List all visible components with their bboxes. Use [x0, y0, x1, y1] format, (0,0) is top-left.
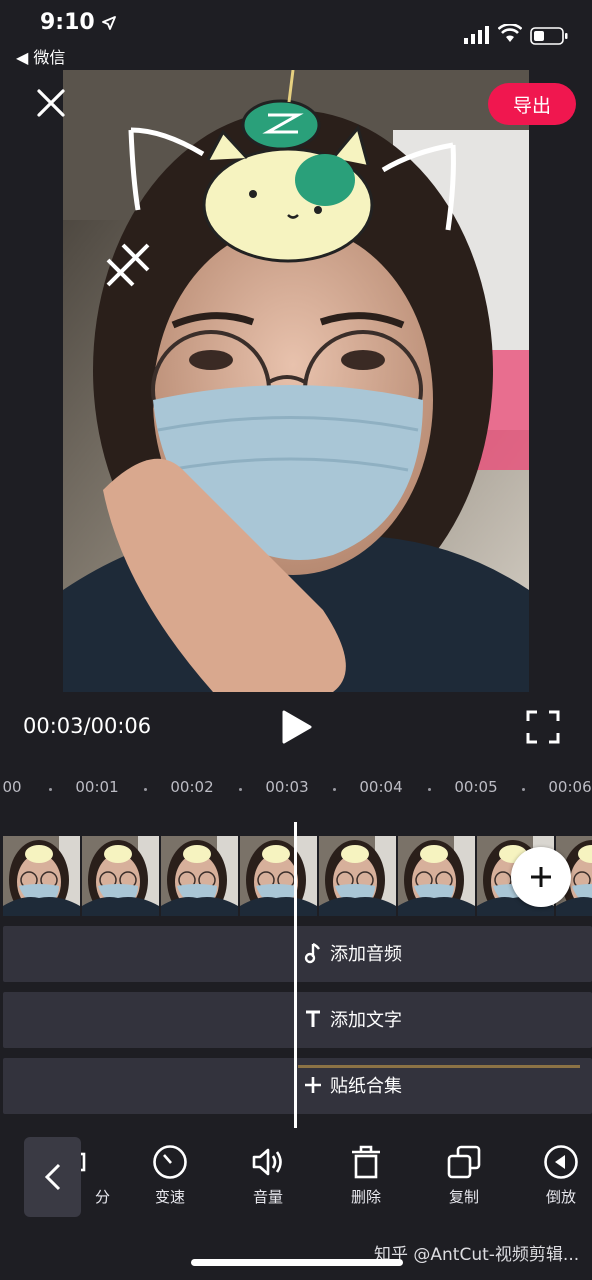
clip-thumbnail	[240, 836, 317, 916]
play-icon[interactable]	[278, 708, 314, 746]
tool-volume-label: 音量	[252, 1188, 283, 1206]
music-note-icon	[304, 942, 320, 964]
clip-thumbnail	[3, 836, 80, 916]
copy-icon	[447, 1145, 481, 1179]
tick-label: 00	[2, 778, 22, 796]
tool-delete[interactable]: 删除	[326, 1144, 406, 1207]
tool-reverse[interactable]: 倒放	[521, 1144, 592, 1207]
video-preview[interactable]	[63, 70, 529, 692]
close-icon[interactable]	[36, 88, 66, 118]
watermark: 知乎 @AntCut-视频剪辑...	[374, 1245, 580, 1265]
tick-label: 00:06	[548, 778, 592, 796]
add-audio-button[interactable]: 添加音频	[304, 940, 402, 966]
sticker-collection-label: 贴纸合集	[330, 1076, 402, 1097]
sticker-duration-bar[interactable]	[298, 1065, 580, 1068]
tick-label: 00:03	[265, 778, 309, 796]
battery-icon	[530, 27, 568, 45]
speed-icon	[153, 1145, 187, 1179]
clip-thumbnail	[319, 836, 396, 916]
clip-thumbnail	[82, 836, 159, 916]
status-time-text: 9:10	[40, 10, 95, 35]
wifi-icon	[498, 24, 522, 42]
add-clip-button[interactable]	[511, 847, 571, 907]
text-track[interactable]	[3, 992, 592, 1048]
tick-dot	[144, 788, 147, 791]
tick-dot	[522, 788, 525, 791]
clip-thumbnail	[161, 836, 238, 916]
tool-copy-label: 复制	[448, 1188, 479, 1206]
tick-label: 00:01	[75, 778, 119, 796]
tick-dot	[333, 788, 336, 791]
timeline-ruler[interactable]: 00 00:01 00:02 00:03 00:04 00:05 00:06	[0, 762, 592, 814]
volume-icon	[252, 1148, 282, 1176]
tool-volume[interactable]: 音量	[228, 1144, 308, 1207]
add-text-button[interactable]: 添加文字	[304, 1006, 402, 1032]
time-readout: 00:03/00:06	[23, 714, 152, 738]
tool-speed-label: 变速	[154, 1188, 185, 1206]
sticker-collection-button[interactable]: 贴纸合集	[304, 1072, 402, 1098]
add-text-label: 添加文字	[330, 1010, 402, 1031]
video-frame-image	[63, 70, 529, 692]
trash-icon	[352, 1145, 380, 1179]
reverse-icon	[544, 1145, 578, 1179]
tick-label: 00:05	[454, 778, 498, 796]
audio-track[interactable]	[3, 926, 592, 982]
tick-dot	[428, 788, 431, 791]
toolbar-back-button[interactable]	[24, 1137, 81, 1217]
video-clip-filmstrip[interactable]	[3, 836, 592, 916]
tool-copy[interactable]: 复制	[424, 1144, 504, 1207]
playhead[interactable]	[294, 822, 297, 1128]
export-button[interactable]: 导出	[488, 83, 576, 125]
tool-reverse-label: 倒放	[545, 1188, 576, 1206]
tick-dot	[239, 788, 242, 791]
add-audio-label: 添加音频	[330, 944, 402, 965]
back-to-wechat[interactable]: ◀ 微信	[16, 44, 65, 68]
plus-icon	[531, 867, 551, 887]
tick-dot	[49, 788, 52, 791]
chevron-left-icon	[44, 1163, 60, 1191]
tool-speed[interactable]: 变速	[130, 1144, 210, 1207]
tick-label: 00:04	[359, 778, 403, 796]
signal-icon	[464, 26, 489, 44]
fullscreen-icon[interactable]	[526, 710, 560, 744]
tool-delete-label: 删除	[350, 1188, 381, 1206]
plus-small-icon	[305, 1077, 321, 1093]
status-time: 9:10	[40, 10, 117, 35]
home-indicator[interactable]	[191, 1259, 403, 1266]
location-arrow-icon	[102, 16, 117, 30]
text-t-icon	[306, 1010, 320, 1027]
tick-label: 00:02	[170, 778, 214, 796]
clip-thumbnail	[398, 836, 475, 916]
